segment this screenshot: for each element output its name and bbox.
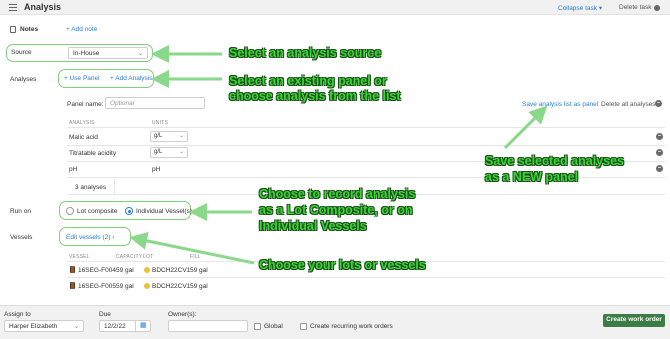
- callout-run-line3: Individual Vessels: [259, 219, 367, 233]
- callout-run-line2: as a Lot Composite, or on: [259, 203, 413, 217]
- callout-vessels: Choose your lots or vessels: [259, 258, 426, 272]
- callout-source: Select an analysis source: [229, 46, 382, 60]
- callout-run-line1: Choose to record analysis: [259, 187, 416, 201]
- arrow-vessels: [129, 232, 255, 265]
- callout-panel-line1: Select an existing panel or: [229, 74, 387, 88]
- callout-save-line2: as a NEW panel: [485, 170, 579, 184]
- callout-save-line1: Save selected analyses: [485, 154, 624, 168]
- arrow-save-panel: [503, 105, 548, 150]
- callout-panel-line2: choose analysis from the list: [229, 89, 401, 103]
